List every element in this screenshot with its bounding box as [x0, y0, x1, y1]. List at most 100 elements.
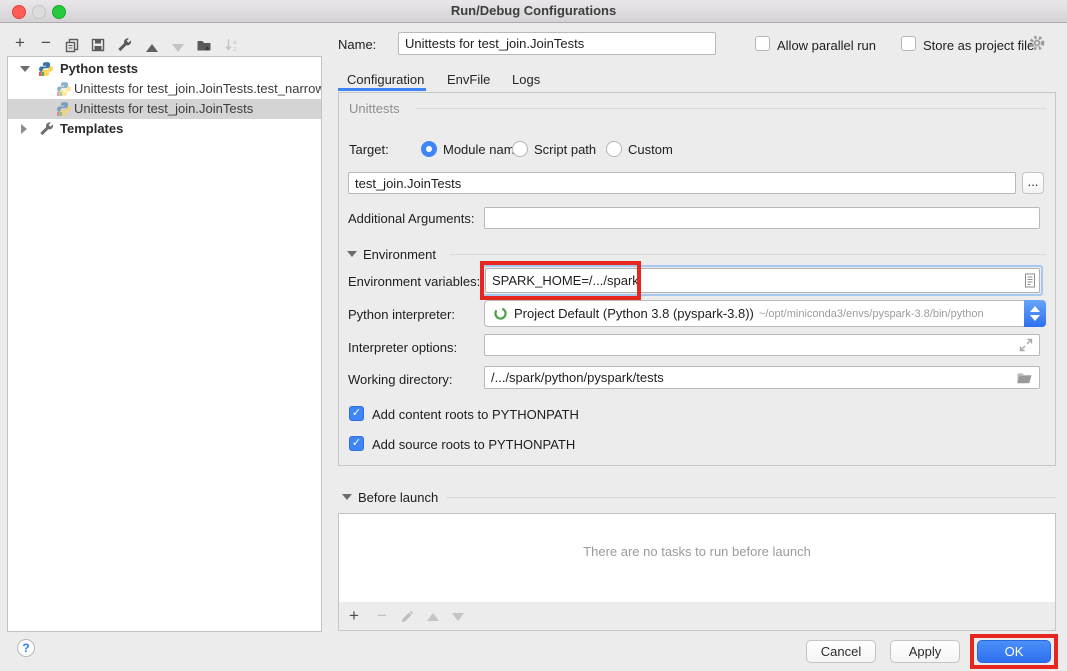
move-up-icon	[146, 44, 158, 52]
new-folder-button[interactable]	[194, 35, 214, 55]
move-task-down-icon[interactable]	[452, 613, 464, 621]
apply-button-label: Apply	[909, 644, 942, 659]
python-test-config-icon	[56, 101, 72, 117]
name-label: Name:	[338, 37, 376, 52]
templates-wrench-icon	[38, 121, 54, 137]
apply-button[interactable]: Apply	[890, 640, 960, 663]
ellipsis-icon: ...	[1028, 174, 1039, 189]
allow-parallel-run-checkbox[interactable]	[755, 36, 770, 51]
module-name-input[interactable]	[348, 172, 1016, 194]
interpreter-options-label: Interpreter options:	[348, 340, 457, 355]
add-icon: +	[349, 606, 359, 626]
python-tests-icon	[38, 61, 54, 77]
zoom-window-button[interactable]	[52, 5, 66, 19]
allow-parallel-run-label: Allow parallel run	[777, 38, 876, 53]
copy-icon	[64, 37, 80, 53]
environment-section-collapse-icon[interactable]	[347, 251, 357, 257]
additional-arguments-input[interactable]	[484, 207, 1040, 229]
edit-templates-button[interactable]	[114, 35, 134, 55]
check-icon: ✓	[352, 437, 361, 449]
remove-task-button[interactable]: −	[372, 606, 392, 626]
store-as-project-file-checkbox[interactable]	[901, 36, 916, 51]
tree-item-python-tests[interactable]: Python tests	[8, 59, 321, 79]
cancel-button[interactable]: Cancel	[806, 640, 876, 663]
svg-text:a: a	[233, 39, 237, 46]
target-label: Target:	[349, 142, 389, 157]
target-script-path-radio[interactable]	[512, 141, 528, 157]
check-icon: ✓	[352, 407, 361, 419]
chevron-down-icon	[1030, 315, 1040, 321]
move-down-icon	[172, 44, 184, 52]
browse-module-button[interactable]: ...	[1022, 172, 1044, 194]
tree-item-label: Python tests	[60, 59, 138, 79]
group-separator-line	[416, 108, 1046, 109]
configurations-tree-panel: Python tests Unittests for test_join.Joi…	[7, 56, 322, 632]
target-module-name-label: Module name	[443, 142, 522, 157]
annotation-box-ok-button	[970, 634, 1058, 669]
environment-section-title: Environment	[363, 247, 436, 262]
empty-task-message: There are no tasks to run before launch	[339, 544, 1055, 559]
interpreter-options-input[interactable]	[484, 334, 1040, 356]
sort-configurations-button[interactable]: az	[222, 35, 242, 55]
browse-folder-icon[interactable]	[1016, 370, 1033, 386]
target-custom-radio[interactable]	[606, 141, 622, 157]
name-input[interactable]	[398, 32, 716, 55]
title-bar: Run/Debug Configurations	[0, 0, 1067, 23]
add-content-roots-checkbox[interactable]: ✓	[349, 406, 364, 421]
unittests-group-title: Unittests	[349, 101, 400, 116]
store-as-project-file-label: Store as project file	[923, 38, 1034, 53]
remove-icon: −	[41, 33, 51, 53]
target-module-name-radio[interactable]	[421, 141, 437, 157]
additional-arguments-label: Additional Arguments:	[348, 211, 474, 226]
window-title: Run/Debug Configurations	[0, 0, 1067, 22]
new-folder-icon	[196, 37, 212, 53]
tree-item-templates[interactable]: Templates	[8, 119, 321, 139]
working-directory-input[interactable]	[484, 366, 1040, 389]
before-launch-toolbar: + −	[338, 602, 1056, 631]
wrench-icon	[116, 37, 132, 53]
working-directory-label: Working directory:	[348, 372, 453, 387]
interpreter-dropdown-stepper[interactable]	[1024, 300, 1046, 327]
tab-logs[interactable]: Logs	[512, 70, 540, 90]
before-launch-collapse-icon[interactable]	[342, 494, 352, 500]
python-interpreter-select[interactable]: Project Default (Python 3.8 (pyspark-3.8…	[484, 300, 1046, 327]
minimize-window-button[interactable]	[32, 5, 46, 19]
cancel-button-label: Cancel	[821, 644, 861, 659]
tree-item-label: Unittests for test_join.JoinTests.test_n…	[74, 79, 322, 99]
help-button[interactable]: ?	[17, 639, 35, 657]
close-window-button[interactable]	[12, 5, 26, 19]
tree-item-unittests-jointests-selected[interactable]: Unittests for test_join.JoinTests	[8, 99, 321, 119]
add-configuration-button[interactable]: +	[10, 33, 30, 53]
save-configuration-button[interactable]	[88, 35, 108, 55]
edit-task-pencil-icon[interactable]	[400, 610, 414, 624]
move-down-button[interactable]	[168, 38, 188, 58]
add-source-roots-checkbox[interactable]: ✓	[349, 436, 364, 451]
chevron-up-icon	[1030, 306, 1040, 312]
add-icon: +	[15, 33, 25, 53]
move-task-up-icon[interactable]	[427, 613, 439, 621]
add-task-button[interactable]: +	[344, 606, 364, 626]
target-custom-label: Custom	[628, 142, 673, 157]
save-icon	[90, 37, 106, 53]
environment-variables-label: Environment variables:	[348, 274, 480, 289]
copy-configuration-button[interactable]	[62, 35, 82, 55]
run-debug-configurations-dialog: Run/Debug Configurations + − az Python t…	[0, 0, 1067, 671]
before-launch-task-list[interactable]: There are no tasks to run before launch	[338, 513, 1056, 603]
tab-envfile[interactable]: EnvFile	[447, 70, 490, 90]
annotation-box-env-vars	[480, 261, 641, 300]
target-script-path-label: Script path	[534, 142, 596, 157]
tree-item-unittests-test-narrow[interactable]: Unittests for test_join.JoinTests.test_n…	[8, 79, 321, 99]
question-mark-icon: ?	[22, 641, 29, 655]
expand-collapse-icon[interactable]	[20, 66, 30, 72]
tree-item-label: Unittests for test_join.JoinTests	[74, 99, 253, 119]
conda-env-icon	[493, 306, 508, 321]
expand-collapse-icon[interactable]	[21, 124, 27, 134]
section-separator-line	[450, 254, 1046, 255]
move-up-button[interactable]	[142, 38, 162, 58]
expand-field-icon[interactable]	[1018, 337, 1034, 353]
gear-icon[interactable]	[1028, 34, 1046, 52]
show-variables-list-icon[interactable]	[1022, 272, 1038, 289]
tab-configuration[interactable]: Configuration	[347, 70, 424, 90]
sort-az-icon: az	[224, 37, 240, 53]
remove-configuration-button[interactable]: −	[36, 33, 56, 53]
